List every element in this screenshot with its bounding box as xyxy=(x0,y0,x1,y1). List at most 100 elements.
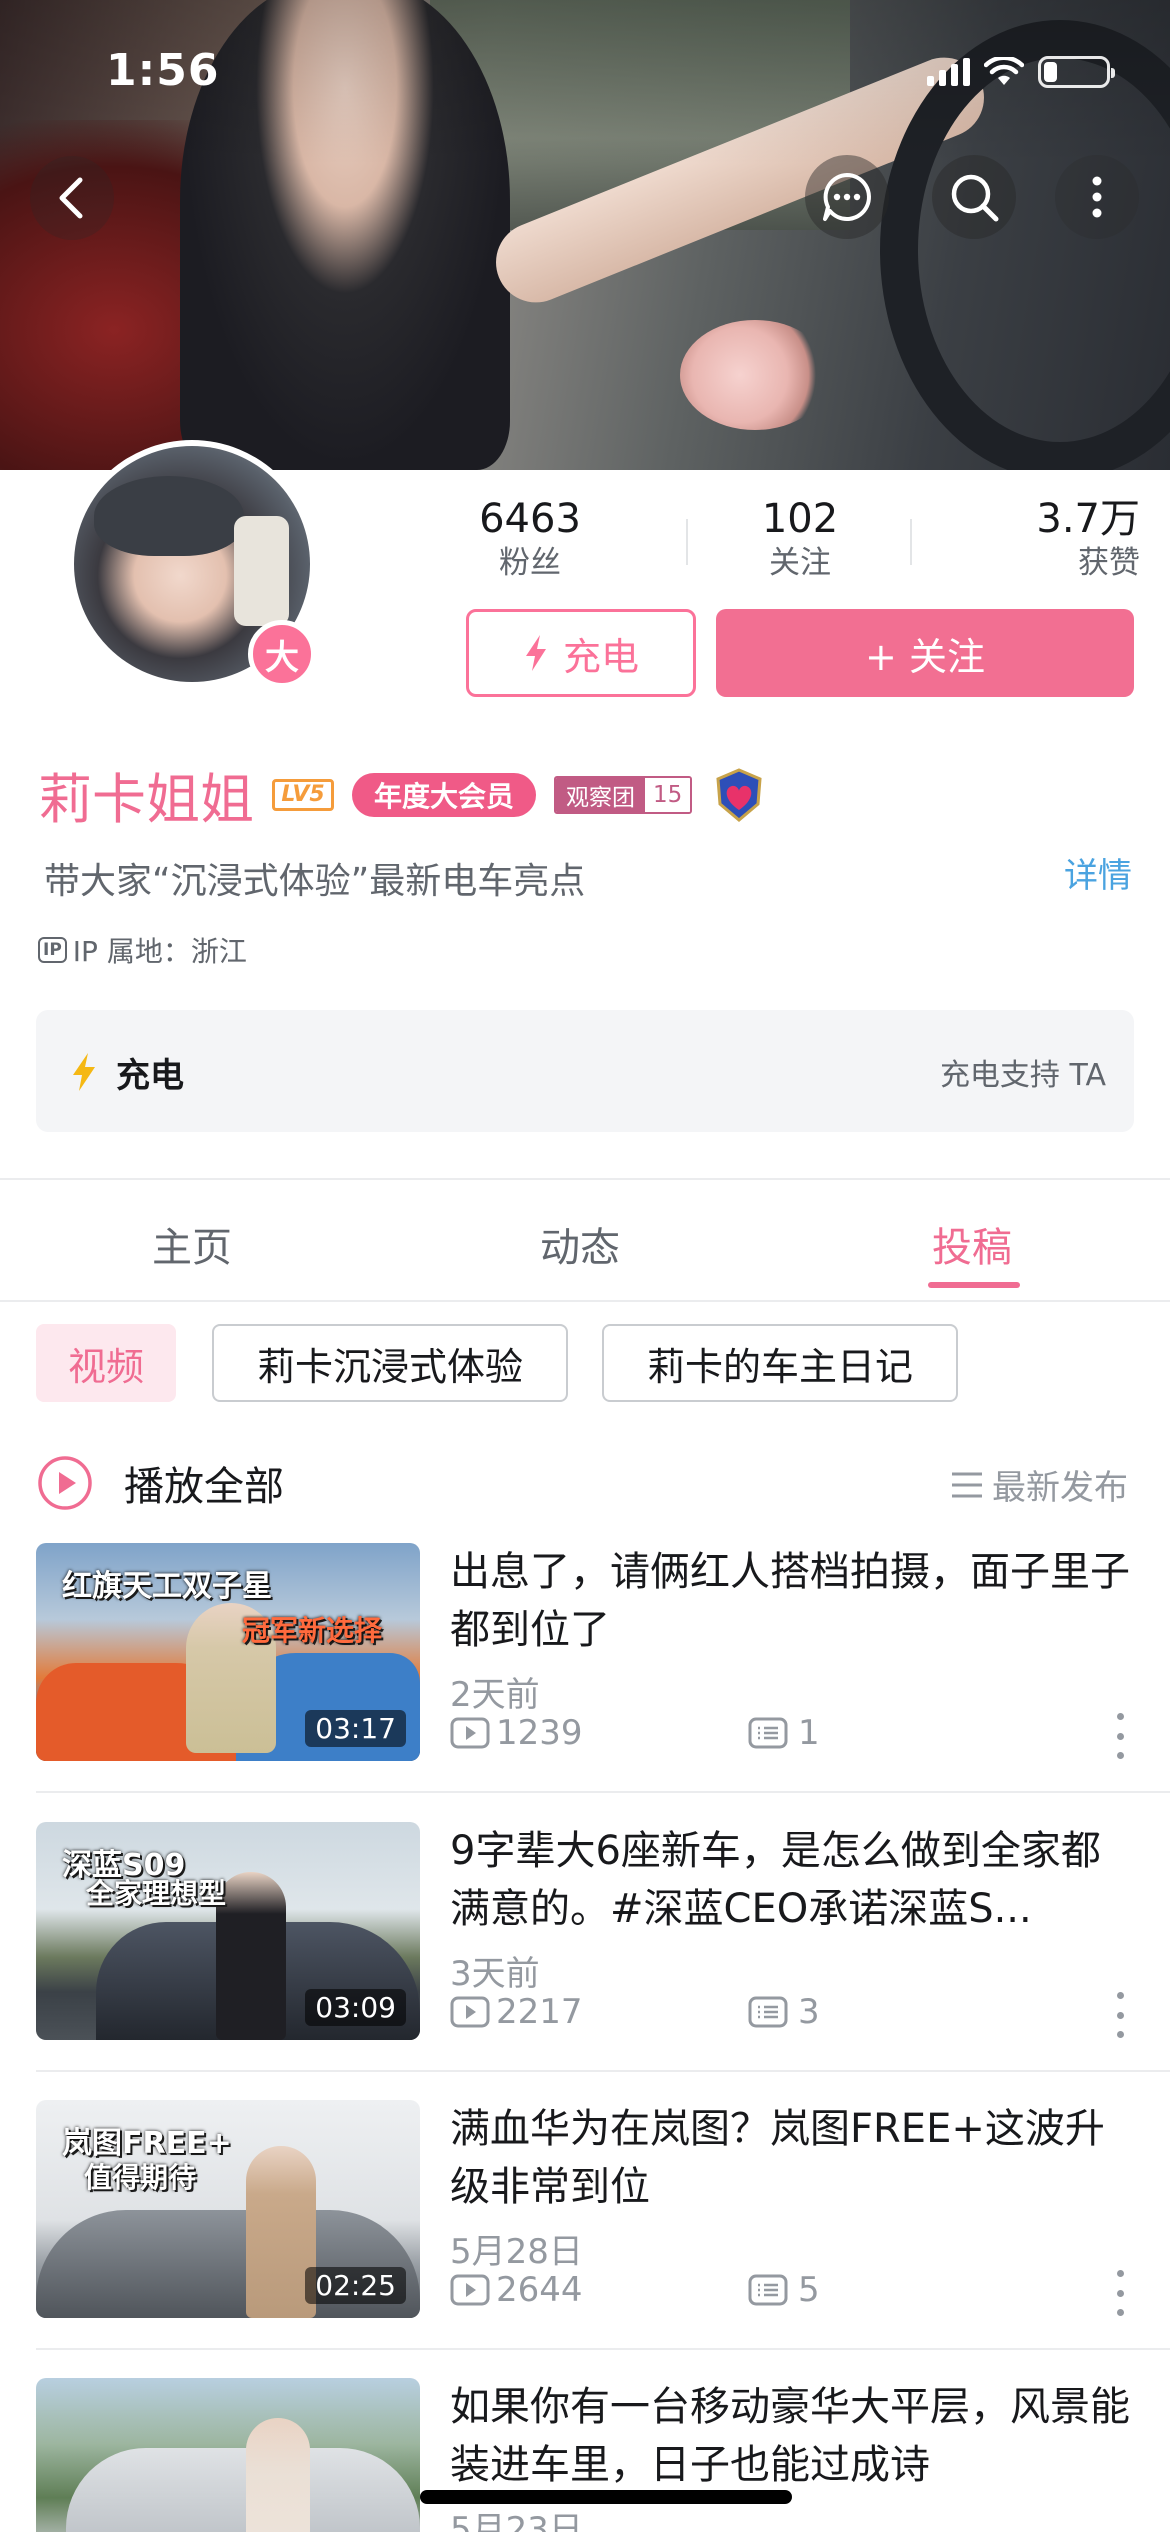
search-icon xyxy=(951,174,999,222)
tab-uploads[interactable]: 投稿 xyxy=(932,1215,1012,1273)
charge-button[interactable]: 充电 xyxy=(466,609,696,697)
status-bar: 1:56 xyxy=(0,0,1170,140)
stat-label: 粉丝 xyxy=(499,545,561,581)
profile-sign: 带大家“沉浸式体验”最新电车亮点 xyxy=(44,861,586,902)
play-all-label: 播放全部 xyxy=(124,1464,284,1510)
video-thumbnail[interactable] xyxy=(36,2378,420,2532)
chevron-left-icon xyxy=(59,177,83,219)
charge-button-label: 充电 xyxy=(562,634,639,679)
comment-icon xyxy=(748,2274,788,2306)
chip-videos[interactable]: 视频 xyxy=(36,1324,176,1402)
video-more-button[interactable] xyxy=(1112,1992,1128,2038)
video-title[interactable]: 出息了，请俩红人搭档拍摄，面子里子都到位了 xyxy=(450,1543,1130,1659)
tabs-divider xyxy=(0,1300,1170,1302)
profile-stats: 6463 粉丝 102 关注 3.7万 获赞 xyxy=(440,495,1140,585)
ip-icon: IP xyxy=(38,937,67,963)
play-all-button[interactable]: 播放全部 xyxy=(36,1454,284,1512)
level-badge: LV5 xyxy=(272,778,334,811)
avatar-badge: 大 xyxy=(248,620,316,688)
chip-owner-diary[interactable]: 莉卡的车主日记 xyxy=(602,1324,958,1402)
more-button[interactable] xyxy=(1055,155,1139,239)
video-duration: 03:17 xyxy=(305,1710,406,1747)
more-vertical-icon xyxy=(1092,176,1102,218)
comment-count-value: 5 xyxy=(798,2270,820,2310)
ip-location-text: IP 属地：浙江 xyxy=(72,935,247,968)
video-thumbnail[interactable]: 岚图FREE+ 值得期待 02:25 xyxy=(36,2100,420,2318)
play-count-icon xyxy=(450,1717,490,1749)
lightning-icon xyxy=(525,635,546,671)
medal-icon[interactable] xyxy=(710,766,768,824)
video-duration: 03:09 xyxy=(305,1989,406,2026)
comment-count-value: 1 xyxy=(798,1713,820,1753)
video-comment-count: 5 xyxy=(748,2270,820,2310)
stat-followers[interactable]: 6463 粉丝 xyxy=(440,495,620,583)
video-date: 5月23日 xyxy=(450,2510,583,2532)
video-item[interactable]: 深蓝S09 全家理想型 03:09 9字辈大6座新车，是怎么做到全家都满意的。#… xyxy=(0,1822,1170,2100)
video-thumbnail[interactable]: 红旗天工双子星 冠军新选择 03:17 xyxy=(36,1543,420,1761)
stat-divider xyxy=(686,519,688,565)
video-play-count: 1239 xyxy=(450,1713,583,1753)
stat-value: 3.7万 xyxy=(1036,496,1140,542)
detail-link[interactable]: 详情 xyxy=(1064,848,1132,897)
battery-level xyxy=(1044,62,1058,82)
observer-badge[interactable]: 观察团 15 xyxy=(554,775,693,814)
play-count-value: 2644 xyxy=(496,2270,583,2310)
video-duration: 02:25 xyxy=(305,2267,406,2304)
follow-button[interactable]: + 关注 xyxy=(716,609,1134,697)
stat-divider xyxy=(910,519,912,565)
observer-badge-level: 15 xyxy=(645,777,691,812)
thumbnail-caption: 红旗天工双子星 xyxy=(62,1569,272,1604)
status-time: 1:56 xyxy=(106,45,220,96)
section-divider xyxy=(0,1178,1170,1180)
battery-icon xyxy=(1038,56,1115,88)
ip-location: IP IP 属地：浙江 xyxy=(38,930,247,970)
charge-card[interactable]: 充电 充电支持 TA xyxy=(36,1010,1134,1132)
video-comment-count: 1 xyxy=(748,1713,820,1753)
video-date: 5月28日 xyxy=(450,2232,583,2272)
list-divider xyxy=(36,2070,1170,2072)
video-thumbnail[interactable]: 深蓝S09 全家理想型 03:09 xyxy=(36,1822,420,2040)
stat-label: 关注 xyxy=(769,545,831,581)
video-item[interactable]: 红旗天工双子星 冠军新选择 03:17 出息了，请俩红人搭档拍摄，面子里子都到位… xyxy=(0,1543,1170,1821)
vip-badge[interactable]: 年度大会员 xyxy=(352,772,537,817)
video-more-button[interactable] xyxy=(1112,2270,1128,2316)
charge-card-hint: 充电支持 TA xyxy=(939,1058,1106,1093)
observer-badge-label: 观察团 xyxy=(556,777,646,812)
comment-count-value: 3 xyxy=(798,1992,820,2032)
signal-icon xyxy=(927,58,970,86)
play-count-value: 1239 xyxy=(496,1713,583,1753)
video-date: 2天前 xyxy=(450,1675,540,1715)
comment-icon xyxy=(748,1717,788,1749)
wifi-icon xyxy=(984,57,1024,85)
video-title[interactable]: 如果你有一台移动豪华大平层，风景能装进车里，日子也能过成诗 xyxy=(450,2378,1130,2494)
home-indicator[interactable] xyxy=(420,2490,792,2504)
list-divider xyxy=(36,2348,1170,2350)
back-button[interactable] xyxy=(30,156,114,240)
sort-label: 最新发布 xyxy=(992,1468,1128,1508)
stat-label: 获赞 xyxy=(1078,545,1140,581)
tab-dynamics[interactable]: 动态 xyxy=(540,1215,620,1273)
tab-indicator xyxy=(928,1282,1020,1288)
sort-icon xyxy=(952,1472,982,1497)
stat-value: 6463 xyxy=(479,496,581,542)
search-button[interactable] xyxy=(932,155,1016,239)
message-button[interactable] xyxy=(805,155,889,239)
comment-icon xyxy=(748,1996,788,2028)
list-divider xyxy=(36,1791,1170,1793)
video-item[interactable]: 如果你有一台移动豪华大平层，风景能装进车里，日子也能过成诗 5月23日 xyxy=(0,2378,1170,2532)
tab-home[interactable]: 主页 xyxy=(152,1215,232,1273)
stat-likes: 3.7万 获赞 xyxy=(980,495,1140,583)
lightning-icon xyxy=(73,1053,95,1091)
follow-button-label: + 关注 xyxy=(865,634,985,679)
video-title[interactable]: 满血华为在岚图？岚图FREE+这波升级非常到位 xyxy=(450,2100,1130,2216)
stat-following[interactable]: 102 关注 xyxy=(720,495,880,583)
thumbnail-caption: 冠军新选择 xyxy=(242,1614,383,1647)
chip-immersive[interactable]: 莉卡沉浸式体验 xyxy=(212,1324,568,1402)
video-title[interactable]: 9字辈大6座新车，是怎么做到全家都满意的。#深蓝CEO承诺深蓝S... xyxy=(450,1822,1130,1938)
video-more-button[interactable] xyxy=(1112,1713,1128,1759)
sort-button[interactable]: 最新发布 xyxy=(950,1460,1128,1509)
play-circle-icon xyxy=(38,1456,92,1510)
thumbnail-caption: 值得期待 xyxy=(84,2161,197,2194)
play-count-icon xyxy=(450,1996,490,2028)
video-item[interactable]: 岚图FREE+ 值得期待 02:25 满血华为在岚图？岚图FREE+这波升级非常… xyxy=(0,2100,1170,2378)
